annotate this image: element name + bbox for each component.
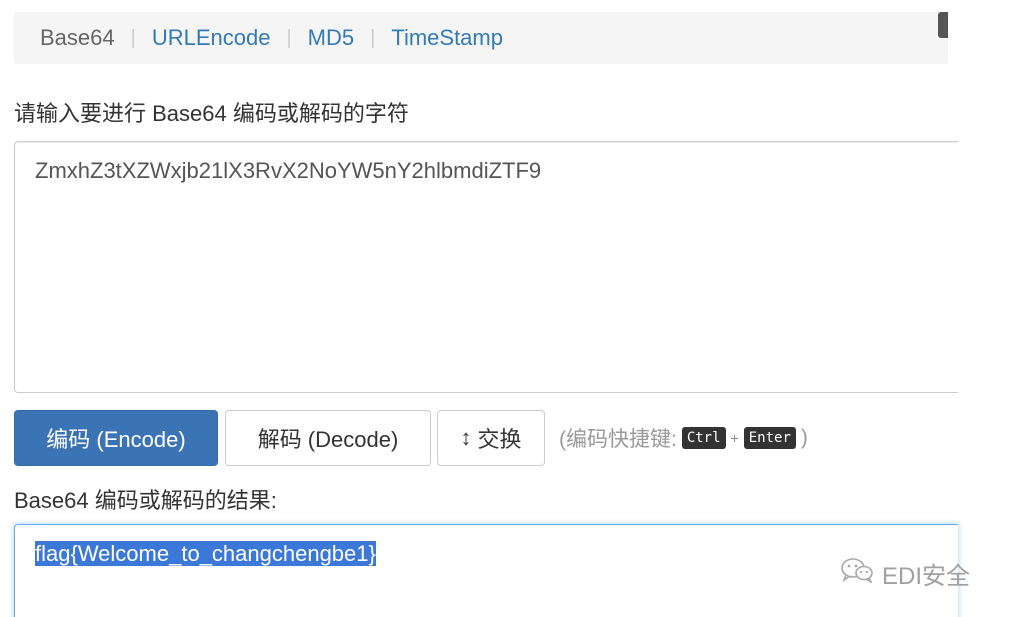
swap-label: 交换: [477, 427, 522, 452]
watermark: EDI安全: [840, 556, 970, 591]
wechat-icon: [840, 557, 874, 590]
encode-button[interactable]: 编码 (Encode): [14, 410, 218, 466]
result-textarea[interactable]: flag{Welcome_to_changchengbe1}: [14, 524, 958, 617]
decode-button[interactable]: 解码 (Decode): [225, 410, 431, 466]
hint-prefix: (编码快捷键:: [559, 428, 677, 451]
swap-vertical-icon: ↕: [460, 425, 472, 450]
input-label: 请输入要进行 Base64 编码或解码的字符: [14, 101, 409, 126]
nav-separator: |: [130, 26, 136, 49]
kbd-ctrl: Ctrl: [681, 427, 726, 449]
shortcut-hint: (编码快捷键: Ctrl + Enter ): [559, 423, 808, 453]
nav-separator: |: [370, 26, 376, 49]
watermark-text: EDI安全: [882, 563, 971, 590]
result-text: flag{Welcome_to_changchengbe1}: [35, 541, 376, 566]
nav-separator: |: [286, 26, 292, 49]
tab-urlencode[interactable]: URLEncode: [152, 25, 271, 51]
kbd-plus: +: [730, 430, 739, 446]
tool-nav: Base64 | URLEncode | MD5 | TimeStamp: [14, 12, 948, 64]
tab-base64[interactable]: Base64: [40, 25, 115, 51]
kbd-enter: Enter: [743, 427, 796, 449]
input-text: ZmxhZ3tXZWxjb21lX3RvX2NoYW5nY2hlbmdiZTF9: [35, 158, 542, 183]
action-bar: 编码 (Encode) 解码 (Decode) ↕ 交换 (编码快捷键: Ctr…: [14, 410, 808, 466]
swap-button[interactable]: ↕ 交换: [437, 410, 545, 466]
tab-md5[interactable]: MD5: [308, 25, 354, 51]
scroll-marker: [938, 12, 948, 38]
base64-input-textarea[interactable]: ZmxhZ3tXZWxjb21lX3RvX2NoYW5nY2hlbmdiZTF9: [14, 141, 958, 393]
hint-suffix: ): [800, 426, 808, 449]
result-label: Base64 编码或解码的结果:: [14, 488, 277, 513]
tab-timestamp[interactable]: TimeStamp: [391, 25, 503, 51]
